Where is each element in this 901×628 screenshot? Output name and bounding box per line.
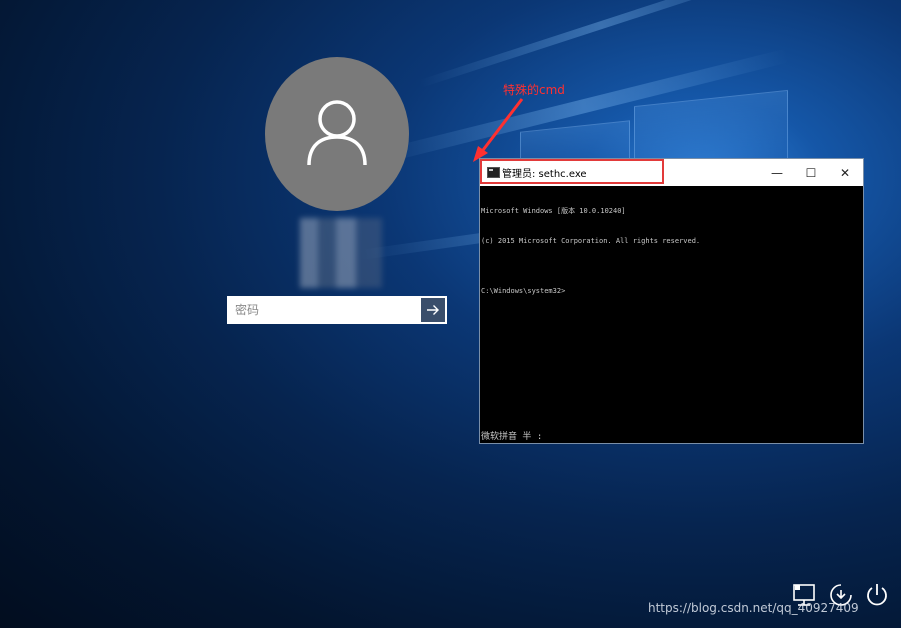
title-highlight-box — [480, 159, 664, 184]
lock-screen: 特殊的cmd 管理员: sethc.exe — ☐ ✕ Microsoft Wi… — [0, 0, 901, 628]
annotation-arrow — [473, 98, 524, 162]
ime-status: 微软拼音 半 : — [481, 432, 543, 442]
close-icon: ✕ — [839, 165, 851, 180]
maximize-button[interactable]: ☐ — [794, 159, 828, 186]
cmd-window[interactable]: 管理员: sethc.exe — ☐ ✕ Microsoft Windows [… — [479, 158, 864, 444]
watermark: https://blog.csdn.net/qq_40927409 — [648, 601, 859, 615]
console-prompt: C:\Windows\system32> — [481, 287, 566, 295]
console-line: (c) 2015 Microsoft Corporation. All righ… — [481, 237, 701, 245]
cmd-titlebar[interactable]: 管理员: sethc.exe — ☐ ✕ — [480, 159, 863, 186]
password-box — [227, 296, 447, 324]
maximize-icon: ☐ — [805, 165, 817, 180]
power-icon[interactable] — [864, 582, 890, 608]
blurred-username — [300, 218, 382, 288]
user-icon — [307, 100, 367, 166]
cmd-console[interactable]: Microsoft Windows [版本 10.0.10240] (c) 20… — [481, 186, 862, 442]
minimize-icon: — — [771, 165, 783, 180]
close-button[interactable]: ✕ — [828, 159, 862, 186]
console-line: Microsoft Windows [版本 10.0.10240] — [481, 207, 626, 215]
password-input[interactable] — [229, 298, 421, 322]
user-avatar — [265, 57, 409, 211]
arrow-right-icon — [427, 305, 439, 315]
minimize-button[interactable]: — — [760, 159, 794, 186]
submit-button[interactable] — [421, 298, 445, 322]
